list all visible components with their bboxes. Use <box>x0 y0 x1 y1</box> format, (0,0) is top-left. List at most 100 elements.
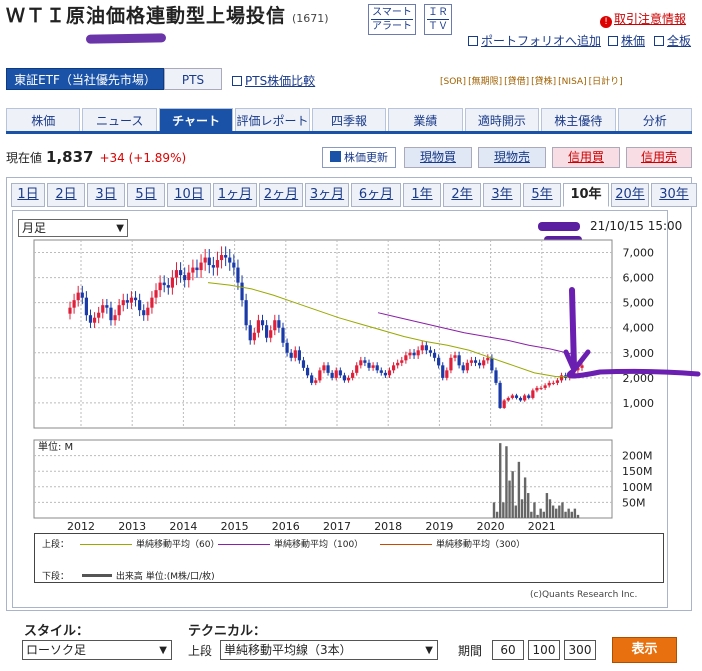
ma300-label: 単純移動平均（300） <box>436 540 526 550</box>
volume-tick-label: 50M <box>622 496 646 509</box>
volume-bar <box>514 505 517 518</box>
volume-bar <box>570 511 573 518</box>
ma100-label: 単純移動平均（100） <box>274 540 364 550</box>
candle-body <box>367 362 371 368</box>
candle-body <box>510 395 514 398</box>
chevron-down-icon: ▼ <box>159 645 167 656</box>
candle-body <box>256 320 261 333</box>
candle-body <box>539 387 543 389</box>
candle-body <box>240 282 244 301</box>
candle-body <box>80 292 84 298</box>
candle-body <box>494 370 498 383</box>
technical-select[interactable]: 単純移動平均線（3本） ▼ <box>220 640 438 660</box>
candle-body <box>449 357 453 371</box>
style-label: スタイル： <box>24 624 90 639</box>
candle-body <box>178 270 183 276</box>
candle-body <box>506 397 510 401</box>
candle-body <box>273 320 277 331</box>
candle-body <box>559 375 564 381</box>
display-button[interactable]: 表示 <box>612 637 677 663</box>
candle-body <box>236 267 240 283</box>
volume-bar <box>508 480 511 518</box>
candle-body <box>84 297 88 316</box>
volume-bar <box>573 508 577 518</box>
volume-bar <box>561 502 564 518</box>
candle-body <box>543 385 547 388</box>
candle-body <box>355 365 359 373</box>
candle-body <box>142 310 146 316</box>
volume-bar <box>530 511 533 518</box>
period-input-1[interactable]: 60 <box>492 640 524 660</box>
legend-ma300: 単純移動平均（300） <box>380 537 525 550</box>
volume-bar <box>527 493 530 518</box>
candle-body <box>252 332 256 341</box>
legend-lower-label: 下段： <box>42 572 70 582</box>
candle-body <box>396 362 400 366</box>
candle-body <box>363 360 367 363</box>
candle-body <box>72 300 76 308</box>
y-tick-label: 7,000 <box>623 247 655 260</box>
candle-body <box>76 292 80 301</box>
candle-body <box>432 352 437 358</box>
candle-body <box>105 305 109 308</box>
candle-body <box>162 282 166 286</box>
volume-legend-label: 出来高 単位:(M株/口/枚) <box>115 572 215 582</box>
period-label: 期間 <box>458 644 483 658</box>
ma100-swatch <box>218 544 270 545</box>
volume-bar <box>523 477 527 518</box>
candle-body <box>166 285 170 288</box>
candle-body <box>125 300 129 303</box>
candle-body <box>183 275 187 281</box>
candle-body <box>518 397 523 401</box>
candle-body <box>469 360 474 363</box>
candle-body <box>473 360 478 363</box>
y-tick-label: 3,000 <box>623 347 655 360</box>
ma60-label: 単純移動平均（60） <box>136 540 220 550</box>
candle-body <box>498 382 502 408</box>
candle-body <box>138 300 142 311</box>
x-tick-label: 2017 <box>323 520 351 533</box>
candle-body <box>551 382 555 384</box>
candle-body <box>174 270 179 278</box>
candle-body <box>244 300 248 326</box>
volume-tick-label: 200M <box>622 450 653 463</box>
volume-tick-label: 100M <box>622 481 653 494</box>
candle-body <box>146 307 150 316</box>
volume-bar <box>539 508 542 518</box>
candle-body <box>219 255 224 261</box>
x-tick-label: 2013 <box>118 520 146 533</box>
volume-bar <box>502 502 505 518</box>
candle-body <box>351 372 355 378</box>
candle-body <box>269 330 273 338</box>
candle-body <box>121 300 125 306</box>
candle-body <box>211 265 215 268</box>
technical-value: 単純移動平均線（3本） <box>224 643 352 657</box>
period-input-3[interactable]: 300 <box>564 640 596 660</box>
x-tick-label: 2015 <box>221 520 249 533</box>
candle-body <box>453 355 457 358</box>
candle-body <box>531 390 535 398</box>
volume-bar <box>558 505 561 518</box>
candle-body <box>109 307 113 321</box>
volume-bar <box>548 499 552 518</box>
style-select[interactable]: ローソク足 ▼ <box>22 640 172 660</box>
candle-body <box>514 395 519 398</box>
candle-body <box>371 365 375 368</box>
volume-bar <box>545 493 549 518</box>
candle-body <box>297 350 301 361</box>
technical-label: テクニカル： <box>188 624 267 639</box>
y-tick-label: 5,000 <box>623 297 655 310</box>
candle-body <box>301 360 306 368</box>
volume-bar <box>542 511 545 518</box>
candle-body <box>359 360 363 366</box>
candle-body <box>420 345 424 351</box>
candle-body <box>445 370 449 378</box>
candle-body <box>338 370 342 376</box>
volume-bar <box>551 505 555 518</box>
candle-body <box>465 362 469 371</box>
candle-body <box>314 380 318 383</box>
candle-body <box>330 372 334 378</box>
volume-bar <box>533 502 536 518</box>
period-input-2[interactable]: 100 <box>528 640 560 660</box>
upper-label: 上段 <box>188 644 213 658</box>
